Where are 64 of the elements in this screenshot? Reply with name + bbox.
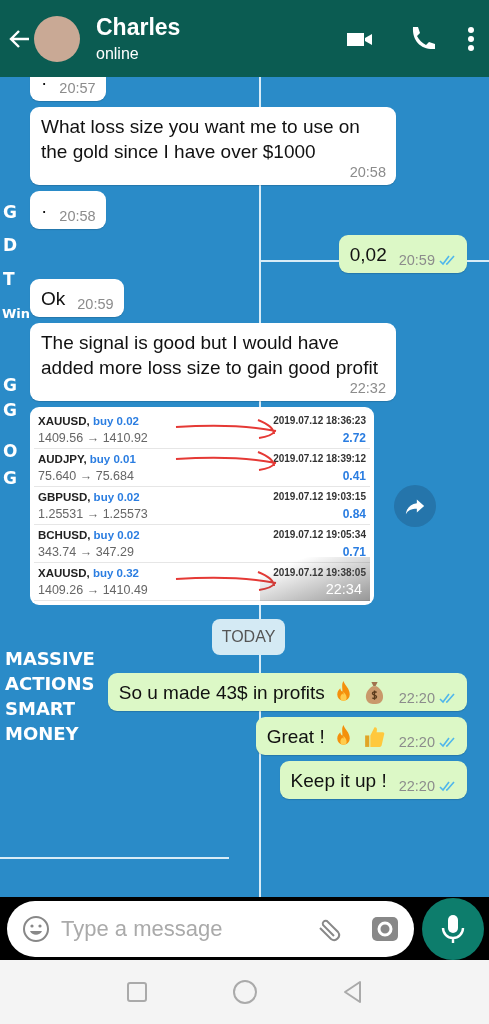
message-text: Ok (41, 287, 66, 311)
trade-prices: 1409.26 → 1410.49 (38, 582, 149, 597)
message-input-field[interactable]: Type a message (7, 900, 414, 957)
contact-name[interactable]: Charles (96, 14, 313, 41)
message-time: 20:58 (59, 208, 96, 224)
forward-button[interactable] (394, 485, 436, 527)
wallpaper-letter: G (3, 202, 17, 222)
microphone-icon (440, 913, 466, 944)
message-time: 20:58 (349, 164, 386, 180)
wallpaper-slogan-word: MASSIVE (5, 647, 95, 671)
message-time: 22:34 (325, 581, 362, 597)
message-text: The signal is good but I would have added more loss size to gain good profit (41, 331, 379, 380)
trade-symbol: GBPUSD, buy 0.02 (38, 491, 141, 504)
wallpaper-letter: O (3, 441, 18, 461)
trade-profit: 0.41 (341, 468, 366, 483)
avatar-placeholder[interactable] (34, 15, 80, 62)
wallpaper-slogan-word: MONEY (5, 722, 80, 746)
trade-date: 2019.07.12 18:39:12 (273, 453, 366, 466)
message-text: 0,02 (349, 243, 387, 267)
trade-date: 2019.07.12 18:36:23 (273, 415, 366, 428)
message-time: 22:32 (349, 380, 386, 396)
wallpaper-letter: G (3, 375, 17, 395)
trade-prices: 75.640 → 75.684 (38, 468, 135, 483)
trade-date: 2019.07.12 19:03:15 (273, 491, 366, 504)
message-text: Great ! (266, 725, 325, 749)
double-check-icon (439, 254, 457, 266)
double-check-icon (439, 736, 457, 748)
image-message-bubble[interactable] (30, 407, 374, 605)
message-time: 20:59 (77, 296, 114, 312)
wallpaper-letter: G (3, 400, 17, 420)
trade-date: 2019.07.12 19:38:05 (273, 567, 366, 580)
trade-prices: 1.25531 → 1.25573 (38, 506, 149, 521)
date-chip: TODAY (211, 619, 286, 655)
wallpaper-slogan-word: SMART (5, 697, 77, 721)
trade-symbol: AUDJPY, buy 0.01 (38, 453, 137, 466)
wallpaper-letter: T (3, 269, 15, 289)
wallpaper-slogan-word: ACTIONS (5, 672, 95, 696)
message-time: 22:20 (398, 690, 435, 706)
message-time: 22:20 (398, 734, 435, 750)
trade-symbol: BCHUSD, buy 0.02 (38, 529, 141, 542)
trade-prices: 343.74 → 347.29 (38, 544, 135, 559)
wallpaper-letter: Win (2, 306, 31, 321)
double-check-icon (439, 780, 457, 792)
trade-profit: 0.84 (341, 506, 366, 521)
message-text: Keep it up ! (290, 769, 387, 793)
double-check-icon (439, 692, 457, 704)
message-time: 22:20 (398, 778, 435, 794)
trade-symbol: XAUUSD, buy 0.02 (38, 415, 140, 428)
emoji-icon[interactable] (21, 913, 51, 944)
trade-prices: 1409.56 → 1410.92 (38, 430, 149, 445)
trade-profit: 0.71 (341, 544, 366, 559)
message-text: · (41, 199, 48, 223)
trade-date: 2019.07.12 19:05:34 (273, 529, 366, 542)
message-time: 20:57 (59, 80, 96, 96)
wallpaper-letter: G (3, 468, 17, 488)
message-time: 20:59 (398, 252, 435, 268)
trade-symbol: XAUUSD, buy 0.32 (38, 567, 140, 580)
back-arrow-icon[interactable] (8, 27, 30, 50)
wallpaper-letter: D (3, 235, 18, 255)
contact-status: online (96, 45, 140, 63)
message-text: So u made 43$ in profits (118, 681, 325, 705)
message-text: What loss size you want me to use on the gold since I have over $1000 (41, 115, 361, 164)
message-text: · (41, 77, 48, 95)
trade-profit: 2.72 (341, 430, 366, 445)
